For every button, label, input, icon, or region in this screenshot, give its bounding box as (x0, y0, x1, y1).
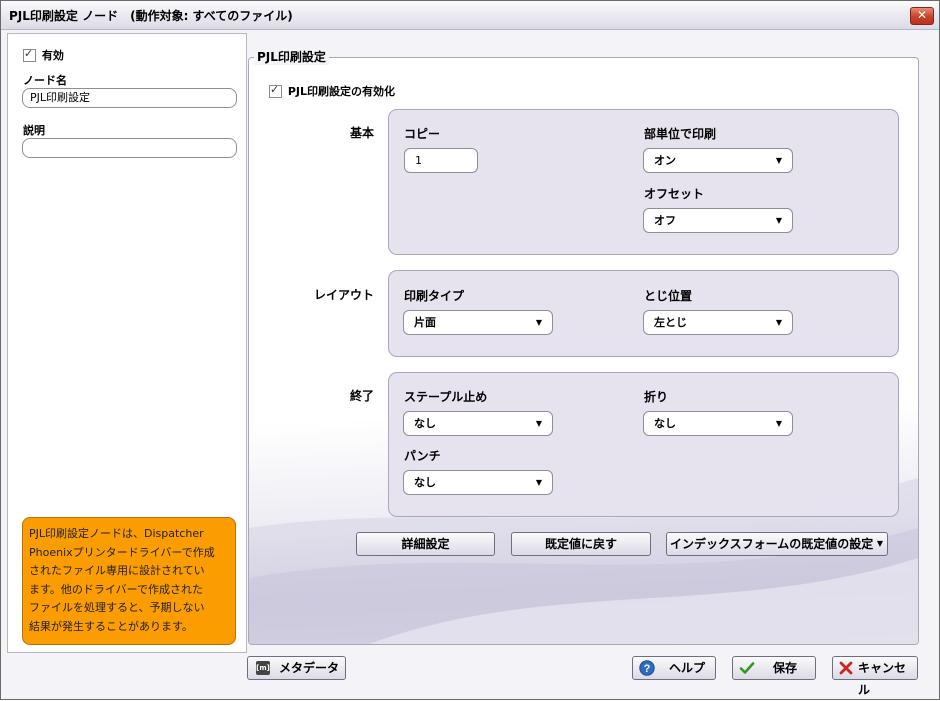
pjl-enable-checkbox-row[interactable]: PJL印刷設定の有効化 (269, 83, 395, 99)
pjl-enable-label: PJL印刷設定の有効化 (287, 85, 395, 98)
fold-label: 折り (644, 390, 669, 404)
fold-value: なし (654, 417, 676, 430)
close-button[interactable]: ✕ (910, 7, 934, 25)
chevron-down-icon: ▼ (775, 318, 782, 327)
node-name-field[interactable]: PJL印刷設定 (22, 88, 237, 108)
cancel-x-icon (839, 661, 853, 675)
collate-select[interactable]: オン ▼ (643, 148, 793, 173)
chevron-down-icon: ▼ (876, 539, 883, 548)
copies-label: コピー (404, 127, 441, 141)
fold-select[interactable]: なし ▼ (643, 411, 793, 436)
advanced-settings-button[interactable]: 詳細設定 (356, 532, 495, 556)
pjl-enable-checkbox[interactable] (269, 83, 282, 98)
save-button[interactable]: 保存 (732, 656, 816, 680)
print-type-select[interactable]: 片面 ▼ (403, 310, 553, 335)
binding-value: 左とじ (654, 316, 687, 329)
cancel-button[interactable]: キャンセル (832, 656, 918, 697)
info-line: Phoenixプリンタードライバーで作成 (29, 545, 215, 559)
offset-value: オフ (654, 214, 676, 227)
chevron-down-icon: ▼ (775, 156, 782, 165)
print-type-label: 印刷タイプ (404, 289, 465, 303)
binding-label: とじ位置 (644, 289, 693, 303)
title-bar: PJL印刷設定 ノード (動作対象: すべてのファイル) ✕ (1, 1, 939, 30)
window-title: PJL印刷設定 ノード (動作対象: すべてのファイル) (9, 9, 293, 23)
info-line: 結果が発生することがあります。 (29, 619, 193, 633)
staple-label: ステープル止め (404, 390, 488, 404)
chevron-down-icon: ▼ (775, 419, 782, 428)
metadata-icon: [m] (256, 661, 270, 675)
collate-value: オン (654, 154, 676, 167)
enabled-checkbox[interactable] (23, 47, 36, 62)
chevron-down-icon: ▼ (535, 318, 542, 327)
offset-select[interactable]: オフ ▼ (643, 208, 793, 233)
info-line: されたファイル専用に設計されてい (29, 564, 205, 577)
punch-value: なし (414, 476, 436, 489)
staple-value: なし (414, 417, 436, 430)
staple-select[interactable]: なし ▼ (403, 411, 553, 436)
collate-label: 部単位で印刷 (644, 127, 717, 141)
help-icon: ? (639, 660, 655, 676)
info-line: ます。他のドライバーで作成された (29, 582, 204, 596)
info-line: ファイルを処理すると、予期しない (29, 601, 205, 614)
reset-defaults-button[interactable]: 既定値に戻す (511, 532, 651, 556)
svg-text:?: ? (644, 663, 651, 675)
description-field[interactable] (22, 138, 237, 158)
info-note: PJL印刷設定ノードは、Dispatcher Phoenixプリンタードライバー… (22, 517, 236, 645)
chevron-down-icon: ▼ (775, 216, 782, 225)
enabled-checkbox-row[interactable]: 有効 (23, 47, 64, 63)
dialog-window: PJL印刷設定 ノード (動作対象: すべてのファイル) ✕ 有効 ノード名 P… (0, 0, 940, 700)
chevron-down-icon: ▼ (535, 419, 542, 428)
metadata-button[interactable]: [m] メタデータ (247, 656, 346, 680)
binding-select[interactable]: 左とじ ▼ (643, 310, 793, 335)
checkmark-icon (739, 662, 755, 674)
info-line: PJL印刷設定ノードは、Dispatcher (29, 527, 204, 540)
chevron-down-icon: ▼ (535, 478, 542, 487)
pjl-settings-legend: PJL印刷設定 (254, 48, 329, 65)
punch-select[interactable]: なし ▼ (403, 470, 553, 495)
punch-label: パンチ (404, 449, 441, 463)
node-name-label: ノード名 (23, 74, 67, 87)
offset-label: オフセット (644, 187, 705, 201)
index-form-defaults-button[interactable]: インデックスフォームの既定値の設定 ▼ (666, 532, 888, 556)
layout-group-title: レイアウト (313, 288, 374, 302)
finishing-group-title: 終了 (349, 389, 374, 403)
copies-input[interactable]: 1 (404, 148, 478, 173)
description-label: 説明 (23, 124, 45, 137)
help-label: ヘルプ (669, 661, 706, 675)
help-button[interactable]: ? ヘルプ (632, 656, 716, 680)
save-label: 保存 (773, 661, 798, 675)
index-form-defaults-label: インデックスフォームの既定値の設定 (670, 537, 874, 551)
print-type-value: 片面 (414, 316, 436, 329)
cancel-label: キャンセル (858, 661, 907, 697)
basic-group-title: 基本 (349, 126, 374, 140)
metadata-label: メタデータ (279, 661, 340, 675)
node-properties-panel: 有効 ノード名 PJL印刷設定 説明 PJL印刷設定ノードは、Dispatche… (7, 33, 247, 653)
enabled-label: 有効 (41, 49, 64, 62)
